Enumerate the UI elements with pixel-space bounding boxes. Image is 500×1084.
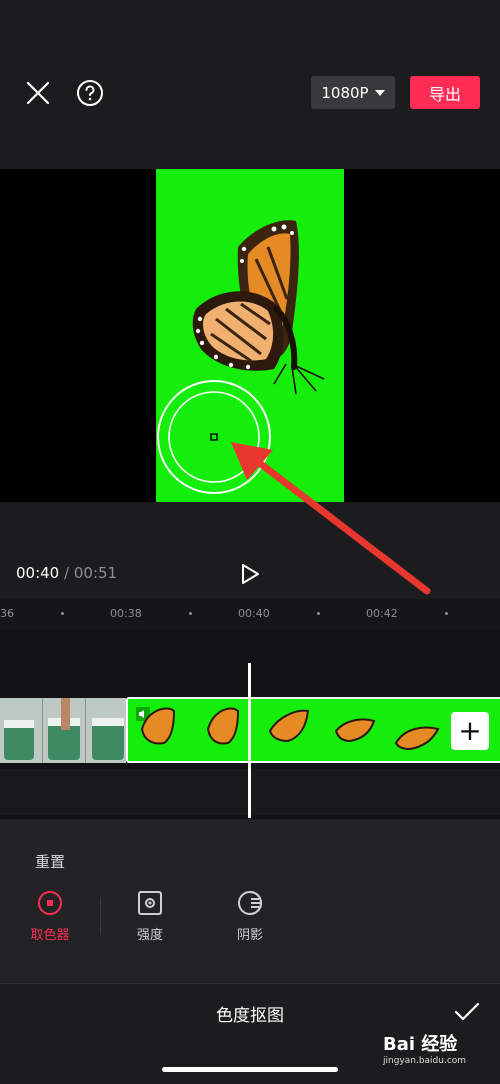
clip-thumbnail [86,698,126,763]
ruler-tick-label: 00:38 [110,607,142,620]
time-separator: / [64,564,70,582]
timeline-ruler[interactable]: 36 00:38 00:40 00:42 [0,599,500,629]
close-icon [26,81,50,105]
export-button[interactable]: 导出 [410,76,480,109]
watermark-brand: Bai 经验 [383,1034,458,1055]
tool-divider [100,897,101,935]
panel-title: 色度抠图 [216,1006,284,1026]
help-button[interactable] [74,77,106,109]
total-time: 00:51 [73,564,118,582]
resolution-dropdown[interactable]: 1080P [311,76,395,109]
ruler-tick-label: 00:40 [238,607,270,620]
intensity-icon [137,890,163,916]
watermark: Bai 经验 jingyan.baidu.com [383,1030,466,1066]
check-icon [454,1002,480,1021]
clip-thumbnail [43,698,86,763]
tool-shadow[interactable]: 阴影 [215,890,285,943]
add-clip-button[interactable]: + [451,712,489,750]
clip-thumbnail [0,698,43,763]
tool-label: 强度 [136,928,163,943]
reset-button[interactable]: 重置 [35,851,65,872]
overlay-butterfly-clip[interactable] [126,697,500,763]
tool-label: 阴影 [236,928,263,943]
tool-label: 取色器 [30,928,70,943]
shadow-icon [237,890,263,916]
current-time: 00:40 [16,564,60,582]
play-icon [242,564,259,584]
close-button[interactable] [22,77,54,109]
tool-intensity[interactable]: 强度 [115,890,185,943]
main-video-clip[interactable] [0,698,126,763]
color-picker-icon [37,890,63,916]
confirm-button[interactable] [450,998,484,1026]
home-indicator[interactable] [162,1067,338,1072]
resolution-label: 1080P [321,83,369,102]
butterfly-thumbnails [140,707,440,751]
play-button[interactable] [236,560,264,588]
help-icon [77,80,103,106]
ruler-tick-label: 36 [0,607,14,620]
caret-down-icon [374,89,385,96]
watermark-url: jingyan.baidu.com [383,1056,467,1066]
ruler-tick-label: 00:42 [366,607,398,620]
tool-color-picker[interactable]: 取色器 [15,890,85,943]
time-display: 00:40 / 00:51 [16,564,117,582]
playhead[interactable] [248,663,251,818]
